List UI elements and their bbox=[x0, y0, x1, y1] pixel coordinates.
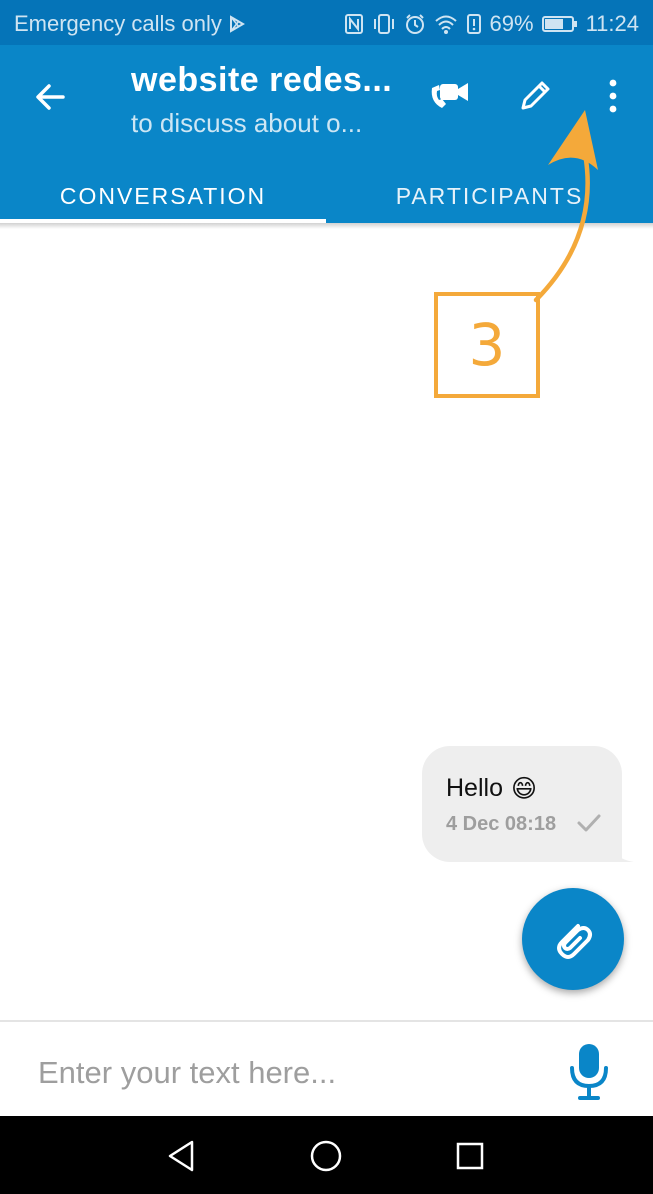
message-bubble[interactable]: Hello 😄 4 Dec 08:18 bbox=[422, 746, 622, 862]
video-call-icon bbox=[431, 83, 468, 108]
tab-conversation[interactable]: CONVERSATION bbox=[0, 173, 326, 219]
bubble-tail bbox=[602, 830, 634, 862]
battery-percent: 69% bbox=[489, 11, 534, 36]
more-options-button[interactable] bbox=[590, 73, 636, 119]
composer-divider bbox=[0, 1020, 653, 1022]
nav-home-button[interactable] bbox=[306, 1136, 346, 1176]
nav-recents-button[interactable] bbox=[450, 1136, 490, 1176]
video-call-button[interactable] bbox=[427, 73, 473, 119]
data-saver-icon bbox=[466, 14, 481, 34]
app-bar: website redes... to discuss about o... C… bbox=[0, 45, 653, 223]
grinning-emoji-icon: 😄 bbox=[510, 774, 538, 803]
clock-time: 11:24 bbox=[585, 11, 639, 36]
check-icon bbox=[577, 814, 601, 832]
vibrate-icon bbox=[373, 14, 394, 34]
app-bar-shadow bbox=[0, 223, 653, 229]
back-arrow-icon bbox=[36, 84, 65, 110]
more-vert-icon bbox=[609, 79, 617, 113]
alarm-icon bbox=[405, 14, 424, 34]
message-text: Hello bbox=[446, 774, 503, 802]
edit-pencil-icon bbox=[521, 81, 550, 110]
message-timestamp: 4 Dec 08:18 bbox=[446, 813, 557, 835]
message-input[interactable] bbox=[36, 1044, 520, 1102]
microphone-icon bbox=[570, 1044, 608, 1100]
conversation-subtitle: to discuss about o... bbox=[131, 108, 363, 138]
paperclip-icon bbox=[557, 924, 592, 959]
nav-home-circle-icon bbox=[310, 1140, 342, 1172]
back-button[interactable] bbox=[30, 77, 70, 117]
conversation-title: website redes... bbox=[131, 61, 393, 99]
edit-button[interactable] bbox=[512, 73, 558, 119]
attach-fab-button[interactable] bbox=[522, 888, 624, 990]
nav-back-button[interactable] bbox=[162, 1136, 202, 1176]
nav-recents-square-icon bbox=[456, 1142, 484, 1170]
nfc-icon bbox=[344, 14, 363, 34]
annotation-step-box: 3 bbox=[434, 292, 540, 398]
wifi-icon bbox=[434, 15, 457, 34]
system-nav-bar bbox=[0, 1116, 653, 1194]
battery-icon bbox=[541, 16, 577, 32]
play-store-icon bbox=[229, 15, 245, 33]
status-bar: Emergency calls only 69% 11:24 bbox=[0, 0, 653, 45]
annotation-step-number: 3 bbox=[468, 311, 506, 379]
status-right: 69% 11:24 bbox=[344, 11, 639, 37]
tab-participants-label: PARTICIPANTS bbox=[395, 182, 584, 209]
nav-back-triangle-icon bbox=[168, 1140, 194, 1172]
carrier-text: Emergency calls only bbox=[14, 11, 222, 36]
tab-participants[interactable]: PARTICIPANTS bbox=[326, 173, 653, 219]
microphone-button[interactable] bbox=[564, 1040, 616, 1104]
status-left: Emergency calls only bbox=[14, 11, 246, 37]
message-content: Hello 😄 bbox=[446, 774, 537, 803]
tab-conversation-label: CONVERSATION bbox=[59, 182, 267, 209]
